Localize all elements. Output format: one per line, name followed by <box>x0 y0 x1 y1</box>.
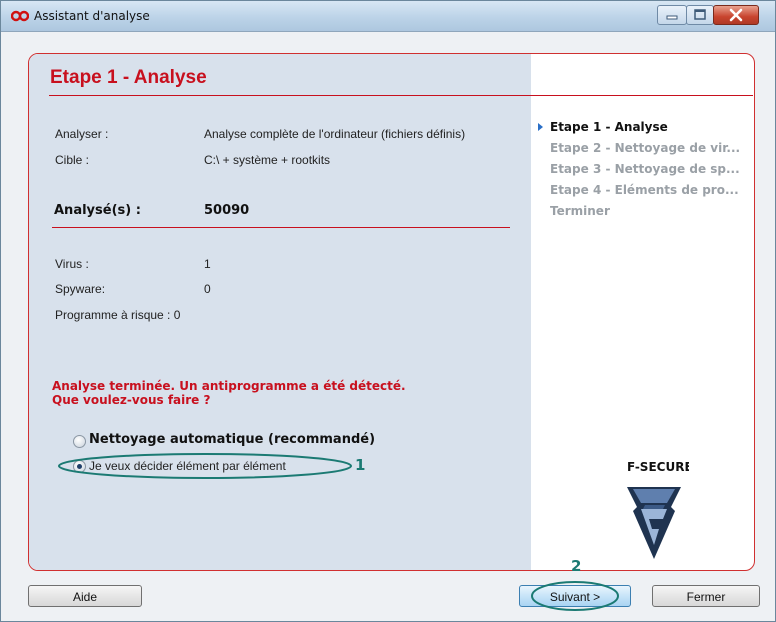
results-divider <box>52 227 510 228</box>
brand-name: F-SECURE <box>627 460 689 474</box>
window-title: Assistant d'analyse <box>34 9 150 23</box>
fsecure-shield-icon: F-SECURE <box>627 460 693 559</box>
maximize-button[interactable] <box>686 5 714 25</box>
fsecure-app-icon <box>10 10 30 22</box>
target-label: Cible : <box>55 153 90 167</box>
spyware-count: 0 <box>204 282 211 296</box>
target-value: C:\ + système + rootkits <box>204 153 331 167</box>
annotation-number-1: 1 <box>355 456 366 474</box>
next-button[interactable]: Suivant > <box>519 585 631 607</box>
step-1-current: Etape 1 - Analyse <box>538 120 668 134</box>
close-button[interactable]: Fermer <box>652 585 760 607</box>
analysis-wizard-window: Assistant d'analyse Analyser : Analyse c… <box>0 0 776 622</box>
minimize-button[interactable] <box>657 5 687 25</box>
help-button[interactable]: Aide <box>28 585 142 607</box>
scanned-count-value: 50090 <box>204 203 250 218</box>
step-finish: Terminer <box>550 204 610 218</box>
analyze-value: Analyse complète de l'ordinateur (fichie… <box>204 127 466 141</box>
maximize-icon <box>694 9 706 20</box>
step-heading: Etape 1 - Analyse <box>50 67 207 88</box>
close-window-button[interactable] <box>713 5 759 25</box>
virus-label: Virus : <box>55 257 89 271</box>
current-step-arrow-icon <box>538 123 543 131</box>
title-bar: Assistant d'analyse <box>1 1 775 32</box>
close-icon <box>729 8 743 22</box>
scanned-count-label: Analysé(s) : <box>54 203 141 218</box>
auto-clean-radio[interactable] <box>73 435 86 448</box>
analysis-details-panel: Analyser : Analyse complète de l'ordinat… <box>29 54 531 570</box>
manual-decision-radio[interactable] <box>73 460 86 473</box>
step-2: Etape 2 - Nettoyage de vir... <box>550 141 741 155</box>
virus-count: 1 <box>204 257 211 271</box>
auto-clean-label[interactable]: Nettoyage automatique (recommandé) <box>89 432 375 447</box>
analyze-label: Analyser : <box>55 127 109 141</box>
result-message-line2: Que voulez-vous faire ? <box>52 393 211 407</box>
heading-underline <box>49 95 753 96</box>
result-message-line1: Analyse terminée. Un antiprogramme a été… <box>52 379 406 393</box>
wizard-panel: Analyser : Analyse complète de l'ordinat… <box>28 53 755 571</box>
manual-decision-label[interactable]: Je veux décider élément par élément <box>89 459 286 473</box>
minimize-icon <box>666 15 678 20</box>
risk-program-label: Programme à risque : 0 <box>55 308 181 322</box>
fsecure-logo: F-SECURE <box>619 459 693 570</box>
result-message: Analyse terminée. Un antiprogramme a été… <box>52 379 406 407</box>
step-3: Etape 3 - Nettoyage de sp... <box>550 162 740 176</box>
step-4: Etape 4 - Eléments de pro... <box>550 183 739 197</box>
spyware-label: Spyware: <box>55 282 106 296</box>
annotation-number-2: 2 <box>571 557 582 575</box>
radio-selected-dot <box>77 464 82 469</box>
step-1-label: Etape 1 - Analyse <box>550 120 668 134</box>
